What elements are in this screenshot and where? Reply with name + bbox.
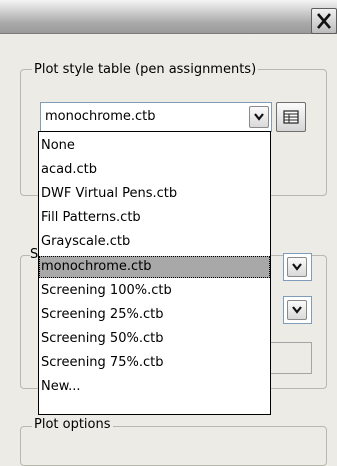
list-item[interactable]: Screening 25%.ctb [39, 304, 270, 326]
quality-combo[interactable] [283, 296, 312, 324]
chevron-down-icon [292, 263, 302, 271]
list-item[interactable]: Fill Patterns.ctb [39, 207, 270, 229]
shade-plot-dropdown-button[interactable] [287, 257, 307, 277]
list-item[interactable]: Screening 100%.ctb [39, 280, 270, 302]
close-icon [317, 13, 331, 29]
list-item[interactable]: None [39, 135, 270, 157]
shade-plot-combo[interactable] [283, 253, 312, 281]
chevron-down-icon [254, 113, 264, 121]
list-item[interactable]: acad.ctb [39, 159, 270, 181]
quality-dropdown-button[interactable] [287, 300, 307, 320]
close-button[interactable] [311, 8, 337, 34]
edit-plot-style-button[interactable] [276, 102, 306, 132]
list-item[interactable]: Screening 50%.ctb [39, 328, 270, 350]
list-item[interactable]: DWF Virtual Pens.ctb [39, 183, 270, 205]
plot-options-group-label: Plot options [32, 417, 113, 433]
combo-dropdown-button[interactable] [249, 106, 269, 128]
plot-style-dropdown-list[interactable]: None acad.ctb DWF Virtual Pens.ctb Fill … [38, 131, 271, 415]
title-bar [0, 0, 337, 34]
edit-table-icon [283, 110, 299, 124]
list-item-selected[interactable]: monochrome.ctb [39, 256, 270, 278]
list-item[interactable]: Screening 75%.ctb [39, 352, 270, 374]
plot-style-group-label: Plot style table (pen assignments) [32, 62, 259, 78]
list-item[interactable]: Grayscale.ctb [39, 231, 270, 253]
list-item[interactable]: New... [39, 376, 270, 398]
plot-style-combo-value: monochrome.ctb [45, 109, 156, 124]
plot-style-combo[interactable]: monochrome.ctb [40, 102, 272, 132]
chevron-down-icon [292, 306, 302, 314]
dpi-field[interactable] [270, 342, 312, 374]
